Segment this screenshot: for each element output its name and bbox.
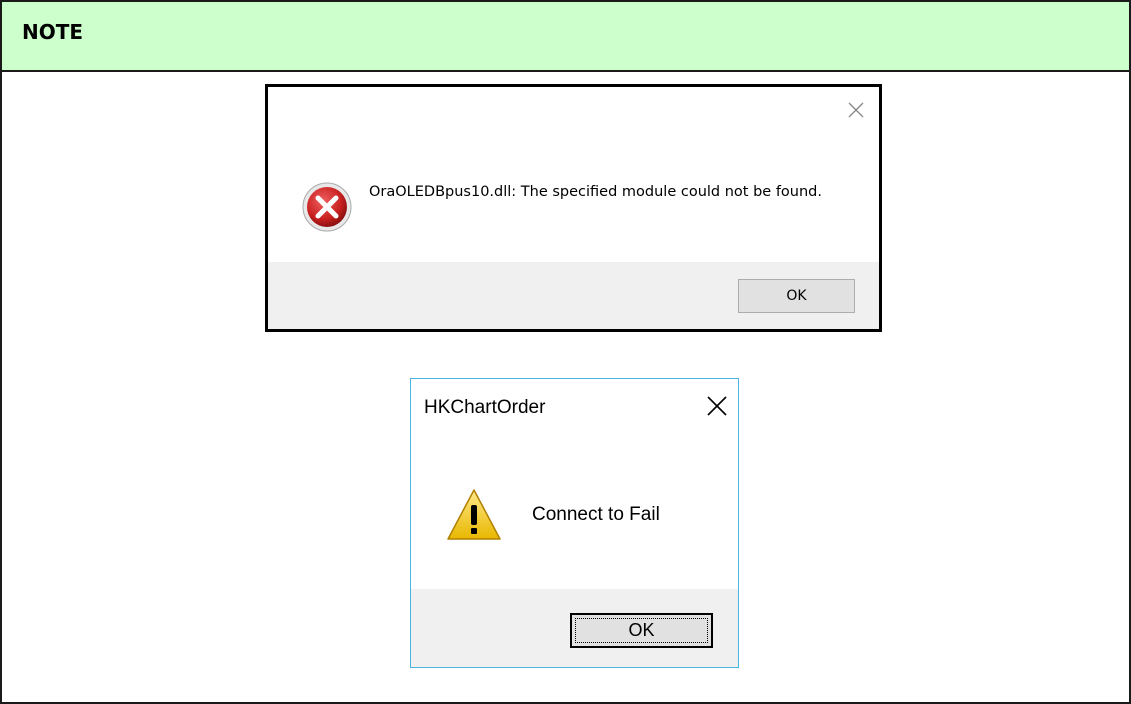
note-title: NOTE: [22, 20, 84, 44]
error-dialog: OraOLEDBpus10.dll: The specified module …: [265, 84, 882, 332]
dialog-title: HKChartOrder: [424, 397, 546, 418]
focus-ring: [575, 618, 708, 643]
warning-icon: [447, 489, 501, 540]
dialog-footer: OK: [268, 262, 879, 329]
warning-message: Connect to Fail: [532, 504, 660, 525]
close-icon[interactable]: [847, 101, 865, 119]
error-icon: [302, 182, 352, 232]
dialog-footer: OK: [411, 589, 738, 667]
ok-button[interactable]: OK: [570, 613, 713, 648]
warning-dialog: HKChartOrder Connect to Fail OK: [410, 378, 739, 668]
ok-button[interactable]: OK: [738, 279, 855, 313]
close-icon[interactable]: [706, 395, 728, 417]
error-message: OraOLEDBpus10.dll: The specified module …: [369, 184, 822, 200]
note-header: NOTE: [2, 2, 1129, 72]
